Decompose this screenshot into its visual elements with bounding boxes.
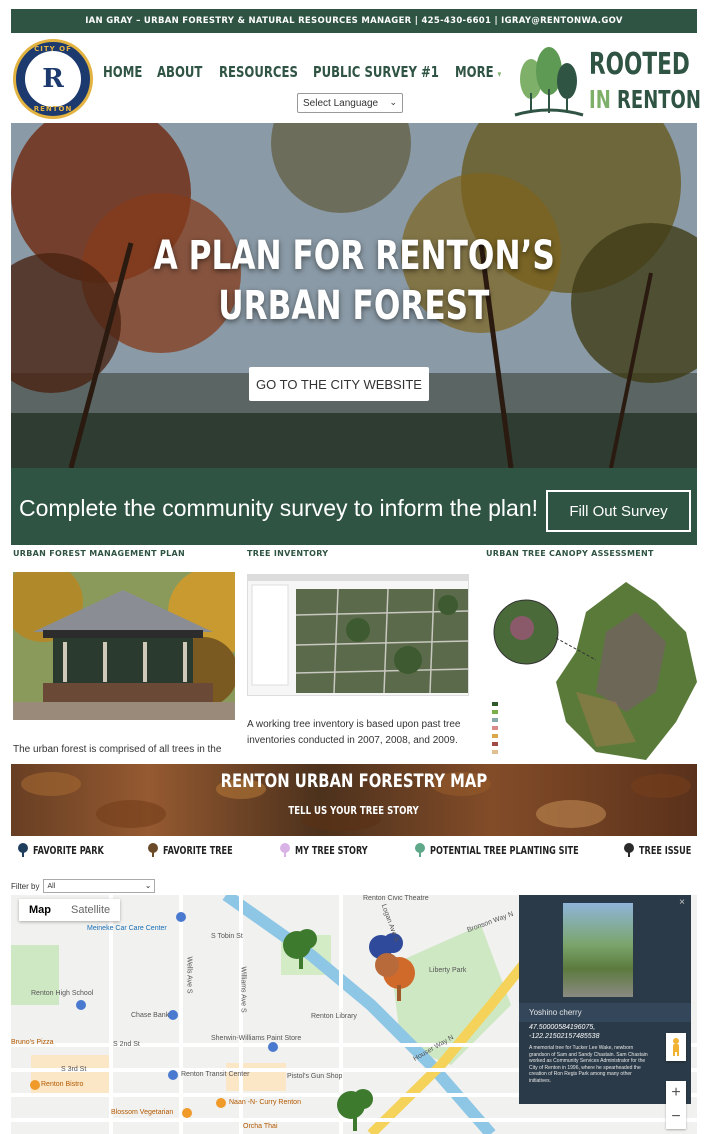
tree-inventory-text: A working tree inventory is based upon p… bbox=[247, 719, 461, 746]
tree-inventory-image[interactable] bbox=[247, 574, 469, 696]
tree-icon bbox=[148, 843, 158, 857]
nav-public-survey[interactable]: PUBLIC SURVEY #1 bbox=[313, 63, 439, 81]
map-label: S 2nd St bbox=[113, 1041, 140, 1048]
contact-bar: IAN GRAY – URBAN FORESTRY & NATURAL RESO… bbox=[11, 9, 697, 33]
nav-about[interactable]: ABOUT bbox=[157, 63, 205, 81]
filter-bar: Filter by All ⌄ bbox=[11, 879, 156, 893]
brand-in: IN bbox=[589, 85, 611, 114]
map-type-satellite[interactable]: Satellite bbox=[61, 899, 120, 921]
tree-icon bbox=[280, 843, 290, 857]
canopy-assessment-image[interactable] bbox=[486, 572, 697, 760]
zoom-out-button[interactable]: − bbox=[666, 1105, 686, 1129]
map-type-map[interactable]: Map bbox=[19, 899, 61, 921]
survey-banner: Complete the community survey to inform … bbox=[11, 468, 697, 545]
map-label[interactable]: Chase Bank bbox=[131, 1012, 169, 1019]
legend-potential-planting-site[interactable]: POTENTIAL TREE PLANTING SITE bbox=[414, 843, 631, 857]
map-label: S Tobin St bbox=[211, 933, 243, 940]
site-header: CITY OF R RENTON HOME ABOUT RESOURCES PU… bbox=[11, 33, 701, 123]
inventory-map-screenshot bbox=[248, 575, 468, 695]
map-label[interactable]: Blossom Vegetarian bbox=[111, 1109, 173, 1116]
map-label: Wells Ave S bbox=[185, 956, 193, 994]
chevron-down-icon: ⌄ bbox=[144, 881, 152, 890]
tree-info-popup: × Yoshino cherry 47.50000584196075, -122… bbox=[519, 895, 691, 1104]
nav-more-label: MORE bbox=[455, 63, 494, 81]
tree-photo bbox=[563, 903, 633, 997]
legend-tree-issue[interactable]: TREE ISSUE bbox=[623, 843, 705, 857]
brand-line1: ROOTED bbox=[589, 47, 690, 82]
forestry-map-subtitle: TELL US YOUR TREE STORY bbox=[288, 804, 420, 817]
map-label[interactable]: Naan -N- Curry Renton bbox=[229, 1099, 301, 1106]
tree-description: A memorial tree for Tucker Lee Wake, new… bbox=[529, 1045, 648, 1084]
logo-bottom-text: RENTON bbox=[33, 105, 73, 113]
tree-name: Yoshino cherry bbox=[519, 1003, 691, 1022]
brand-renton: RENTON bbox=[610, 85, 701, 114]
tree-icon bbox=[415, 843, 425, 857]
survey-text: Complete the community survey to inform … bbox=[19, 495, 539, 521]
forestry-map-title: RENTON URBAN FORESTRY MAP bbox=[220, 770, 488, 792]
contact-text: IAN GRAY – URBAN FORESTRY & NATURAL RESO… bbox=[85, 16, 623, 26]
close-icon[interactable]: × bbox=[679, 897, 685, 908]
brand-line2: IN RENTON bbox=[589, 85, 701, 114]
map-label[interactable]: Meineke Car Care Center bbox=[87, 925, 167, 932]
map-label[interactable]: Sherwin-Williams Paint Store bbox=[211, 1035, 301, 1042]
rooted-in-renton-logo[interactable]: ROOTED IN RENTON bbox=[513, 43, 701, 121]
heading-management-plan[interactable]: URBAN FOREST MANAGEMENT PLAN bbox=[13, 549, 185, 558]
city-website-button[interactable]: GO TO THE CITY WEBSITE bbox=[249, 367, 429, 401]
language-select[interactable]: Select Language ⌄ bbox=[297, 93, 403, 113]
zoom-in-button[interactable]: + bbox=[666, 1081, 686, 1105]
pegman-icon bbox=[673, 1038, 679, 1056]
fill-out-survey-button[interactable]: Fill Out Survey bbox=[546, 490, 691, 532]
heading-canopy-assessment[interactable]: URBAN TREE CANOPY ASSESSMENT bbox=[486, 549, 654, 558]
nav-more[interactable]: MORE ▾ bbox=[455, 63, 501, 81]
trees-logo-icon bbox=[514, 47, 584, 117]
legend-my-tree-story[interactable]: MY TREE STORY bbox=[279, 843, 393, 857]
map-legend: FAVORITE PARK FAVORITE TREE MY TREE STOR… bbox=[11, 841, 697, 863]
filter-select[interactable]: All ⌄ bbox=[43, 879, 156, 893]
chevron-down-icon: ⌄ bbox=[389, 97, 397, 107]
coord-lng: -122.21502157485538 bbox=[529, 1033, 600, 1040]
legend-favorite-park[interactable]: FAVORITE PARK bbox=[17, 843, 129, 857]
legend-favorite-tree[interactable]: FAVORITE TREE bbox=[147, 843, 257, 857]
tree-icon bbox=[18, 843, 28, 857]
page: IAN GRAY – URBAN FORESTRY & NATURAL RESO… bbox=[11, 9, 701, 1134]
hero-title-line2: URBAN FOREST bbox=[218, 283, 490, 329]
map-label[interactable]: Bruno's Pizza bbox=[11, 1039, 54, 1046]
coord-lat: 47.50000584196075, bbox=[529, 1024, 596, 1031]
chevron-down-icon: ▾ bbox=[497, 70, 502, 80]
forestry-map-banner: RENTON URBAN FORESTRY MAP TELL US YOUR T… bbox=[11, 764, 697, 836]
canopy-map-graphic bbox=[486, 572, 697, 760]
map-label[interactable]: Pistol's Gun Shop bbox=[287, 1073, 342, 1080]
street-view-pegman[interactable] bbox=[666, 1033, 686, 1061]
map-label[interactable]: Liberty Park bbox=[429, 967, 466, 974]
language-select-value: Select Language bbox=[303, 97, 379, 109]
city-of-renton-logo[interactable]: CITY OF R RENTON bbox=[13, 39, 93, 119]
zoom-control: + − bbox=[666, 1081, 686, 1129]
map-label[interactable]: Renton Transit Center bbox=[181, 1071, 249, 1078]
map-label[interactable]: Renton Civic Theatre bbox=[363, 895, 429, 902]
nav-home[interactable]: HOME bbox=[103, 63, 145, 81]
nav-resources[interactable]: RESOURCES bbox=[219, 63, 298, 81]
map-label[interactable]: Orcha Thai bbox=[243, 1123, 278, 1130]
main-nav: HOME ABOUT RESOURCES PUBLIC SURVEY #1 MO… bbox=[103, 63, 505, 81]
tree-icon bbox=[624, 843, 634, 857]
interactive-map[interactable]: Map Satellite Meineke Car Care Center Re… bbox=[11, 895, 697, 1134]
map-label: Williams Ave S bbox=[239, 966, 247, 1013]
pavilion-photo bbox=[13, 572, 235, 720]
management-plan-text: The urban forest is comprised of all tre… bbox=[13, 744, 222, 755]
tree-coordinates: 47.50000584196075, -122.21502157485538 bbox=[529, 1023, 599, 1041]
heading-tree-inventory[interactable]: TREE INVENTORY bbox=[247, 549, 328, 558]
logo-top-text: CITY OF bbox=[34, 45, 72, 53]
hero-title-line1: A PLAN FOR RENTON’S bbox=[153, 233, 555, 279]
filter-label: Filter by bbox=[11, 881, 40, 891]
map-label[interactable]: Renton Bistro bbox=[41, 1081, 83, 1088]
map-type-control: Map Satellite bbox=[19, 899, 121, 921]
map-label[interactable]: Renton High School bbox=[31, 990, 93, 997]
filter-value: All bbox=[47, 882, 56, 890]
logo-monogram: R bbox=[25, 51, 81, 107]
map-label[interactable]: Renton Library bbox=[311, 1013, 357, 1020]
map-label: S 3rd St bbox=[61, 1066, 87, 1073]
management-plan-image[interactable] bbox=[13, 572, 235, 720]
hero-banner: A PLAN FOR RENTON’S URBAN FOREST GO TO T… bbox=[11, 123, 697, 468]
